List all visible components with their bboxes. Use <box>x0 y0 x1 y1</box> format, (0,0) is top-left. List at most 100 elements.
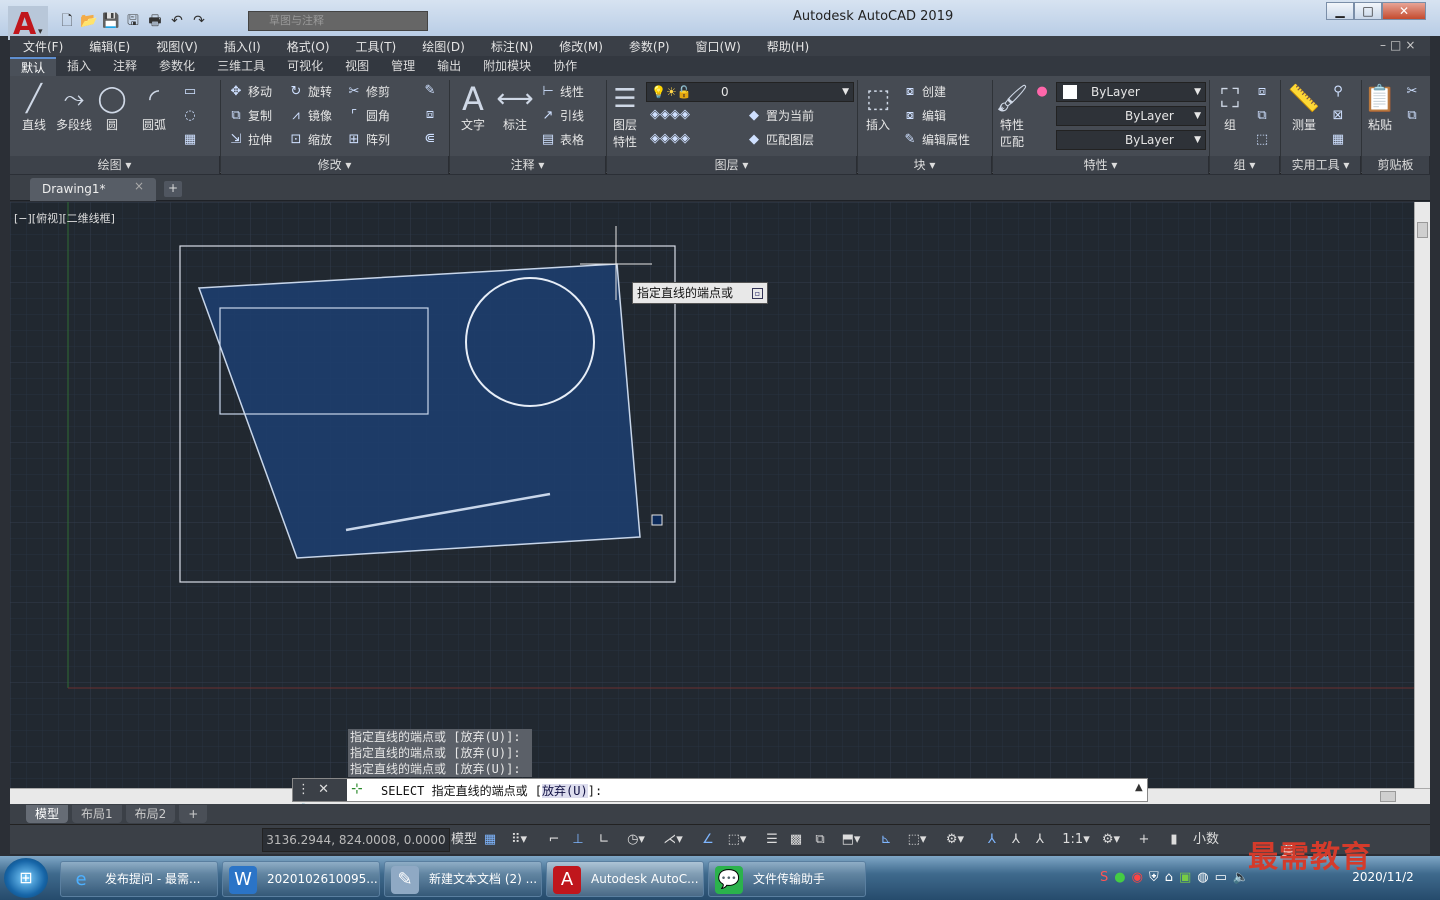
ribbon-tab-2[interactable]: 注释 <box>102 57 148 76</box>
scroll-thumb[interactable] <box>1380 791 1396 802</box>
color-dropdown[interactable]: ByLayer ▼ <box>1056 82 1206 102</box>
erase-button[interactable]: ✎ <box>422 83 438 98</box>
vertical-scrollbar[interactable] <box>1414 202 1430 788</box>
lineweight-dropdown[interactable]: ByLayer ▼ <box>1056 130 1206 150</box>
units-display[interactable]: 小数 <box>1186 830 1226 850</box>
insert-block-button[interactable]: ⬚ 插入 <box>860 82 896 133</box>
new-file-icon[interactable]: 🗋 <box>58 12 76 30</box>
shield-icon[interactable]: ⛨ <box>1149 870 1159 885</box>
properties-panel-title[interactable]: 特性 ▾ <box>993 156 1209 174</box>
minimize-button[interactable]: ▁ <box>1326 2 1354 20</box>
group-bounds-tool[interactable]: ⬚ <box>1254 132 1270 147</box>
command-line[interactable]: ⋮ ✕ 🔧 ⊹ SELECT 指定直线的端点或 [放弃(U)]: ▲ <box>292 778 1148 819</box>
edit-attribute-button[interactable]: ✎ 编辑属性 <box>902 131 970 148</box>
close-button[interactable]: ✕ <box>1382 2 1426 20</box>
open-folder-icon[interactable]: 📂 <box>80 12 98 30</box>
layer-properties-button[interactable]: ☰ 图层 特性 <box>608 82 642 150</box>
selection-filter-icon[interactable]: ⬚▾ <box>902 830 932 850</box>
hatch-tool[interactable]: ◌ <box>182 108 198 123</box>
hatch-pattern-tool[interactable]: ▦ <box>182 132 198 147</box>
menu-item-9[interactable]: 参数(P) <box>616 38 683 55</box>
units-icon[interactable]: ▮ <box>1164 830 1184 850</box>
edit-block-button[interactable]: ⧇ 编辑 <box>902 107 946 124</box>
ribbon-tab-4[interactable]: 三维工具 <box>206 57 276 76</box>
dynamic-ucs-icon[interactable]: ⊾ <box>876 830 896 850</box>
coordinates-display[interactable]: 3136.2944, 824.0008, 0.0000 <box>262 828 450 852</box>
group-button[interactable]: ⛶ 组 <box>1212 82 1248 133</box>
history-toggle-icon[interactable]: ▲ <box>1135 782 1143 793</box>
layer-tools-row1[interactable]: ◈◈◈◈ <box>650 107 690 122</box>
ribbon-tab-0[interactable]: 默认 <box>10 57 57 76</box>
menu-item-7[interactable]: 标注(N) <box>478 38 546 55</box>
make-current-button[interactable]: ◆ 置为当前 <box>746 107 814 124</box>
explode-button[interactable]: ⧈ <box>422 107 438 122</box>
redo-icon[interactable]: ↷ <box>190 12 208 30</box>
select-all-tool[interactable]: ⊠ <box>1330 108 1346 123</box>
clipboard-panel-title[interactable]: 剪贴板 <box>1362 156 1430 174</box>
menu-item-2[interactable]: 视图(V) <box>143 38 211 55</box>
qq-icon[interactable]: ◍ <box>1197 870 1208 885</box>
copy-button[interactable]: ⧉ 复制 <box>228 107 272 124</box>
layer-dropdown[interactable]: 💡☀🔓 0 ▼ <box>646 82 854 102</box>
array-button[interactable]: ⊞ 阵列 <box>346 131 390 148</box>
cut-tool[interactable]: ✂ <box>1404 84 1420 99</box>
ribbon-tab-8[interactable]: 输出 <box>426 57 472 76</box>
draw-panel-title[interactable]: 绘图 ▾ <box>10 156 220 174</box>
ribbon-tab-5[interactable]: 可视化 <box>276 57 334 76</box>
match-properties-button[interactable]: 🖌 特性 匹配 <box>994 82 1030 150</box>
menu-item-6[interactable]: 绘图(D) <box>409 38 478 55</box>
sogou-icon[interactable]: S <box>1100 870 1108 885</box>
table-button[interactable]: ▤ 表格 <box>540 131 584 148</box>
transparency-icon[interactable]: ▩ <box>786 830 806 850</box>
snap-icon[interactable]: ⠿▾ <box>504 830 534 850</box>
grid-icon[interactable]: ▦ <box>480 830 500 850</box>
save-icon[interactable]: 💾 <box>102 12 120 30</box>
linear-button[interactable]: ⊢ 线性 <box>540 83 584 100</box>
weibo-icon[interactable]: ◉ <box>1132 870 1143 885</box>
layout-tab-3[interactable]: + <box>179 805 208 823</box>
mirror-button[interactable]: ⩘ 镜像 <box>288 107 332 124</box>
taskbar-item-word[interactable]: W 2020102610095... <box>222 861 380 897</box>
document-window-controls[interactable]: –□× <box>1380 38 1419 52</box>
trim-button[interactable]: ✂ 修剪 <box>346 83 390 100</box>
layout-tab-0[interactable]: 模型 <box>26 805 69 823</box>
offset-button[interactable]: ⋐ <box>422 131 438 146</box>
auto-scale-icon[interactable]: ⅄ <box>1006 830 1026 850</box>
grip-handle[interactable] <box>651 514 663 526</box>
object-snap-icon[interactable]: ⬚▾ <box>722 830 752 850</box>
layout-tab-2[interactable]: 布局2 <box>125 805 176 823</box>
layers-panel-title[interactable]: 图层 ▾ <box>607 156 857 174</box>
workspace-switch-icon[interactable]: ⚙▾ <box>1096 830 1126 850</box>
command-cursor-icon[interactable]: ⊹ <box>351 781 363 797</box>
annotation-scale-icon[interactable]: ⅄ <box>1030 830 1050 850</box>
menu-item-4[interactable]: 格式(O) <box>274 38 343 55</box>
ribbon-tab-6[interactable]: 视图 <box>334 57 380 76</box>
arc-button[interactable]: ◜ 圆弧 <box>136 82 172 133</box>
text-button[interactable]: A 文字 <box>454 82 492 133</box>
stretch-button[interactable]: ⇲ 拉伸 <box>228 131 272 148</box>
infer-constraints-icon[interactable]: ⌐ <box>544 830 564 850</box>
ribbon-tab-1[interactable]: 插入 <box>56 57 102 76</box>
menu-item-3[interactable]: 插入(I) <box>211 38 274 55</box>
ribbon-tab-7[interactable]: 管理 <box>380 57 426 76</box>
undo-icon[interactable]: ↶ <box>168 12 186 30</box>
selection-cycling-icon[interactable]: ⧉ <box>810 830 830 850</box>
modify-panel-title[interactable]: 修改 ▾ <box>221 156 449 174</box>
scroll-thumb[interactable] <box>1417 222 1428 238</box>
application-menu-button[interactable]: A ▾ <box>8 6 48 42</box>
group-select-tool[interactable]: ⧉ <box>1254 108 1270 123</box>
taskbar-item-wechat[interactable]: 💬 文件传输助手 <box>708 861 866 897</box>
leader-button[interactable]: ↗ 引线 <box>540 107 584 124</box>
quick-select-tool[interactable]: ⚲ <box>1330 84 1346 99</box>
menu-item-1[interactable]: 编辑(E) <box>76 38 143 55</box>
isodraft-icon[interactable]: ⋌▾ <box>658 830 688 850</box>
annotation-monitor-icon[interactable]: + <box>1134 830 1154 850</box>
menu-item-0[interactable]: 文件(F) <box>10 38 76 55</box>
ribbon-tab-9[interactable]: 附加模块 <box>472 57 542 76</box>
undo-option[interactable]: 放弃(U) <box>542 784 588 798</box>
taskbar-item-ie[interactable]: e 发布提问 - 最需... <box>60 861 218 897</box>
new-tab-button[interactable]: + <box>164 181 182 197</box>
group-edit-tool[interactable]: ⧈ <box>1254 84 1270 99</box>
lineweight-icon[interactable]: ☰ <box>762 830 782 850</box>
object-snap-tracking-icon[interactable]: ∠ <box>698 830 718 850</box>
